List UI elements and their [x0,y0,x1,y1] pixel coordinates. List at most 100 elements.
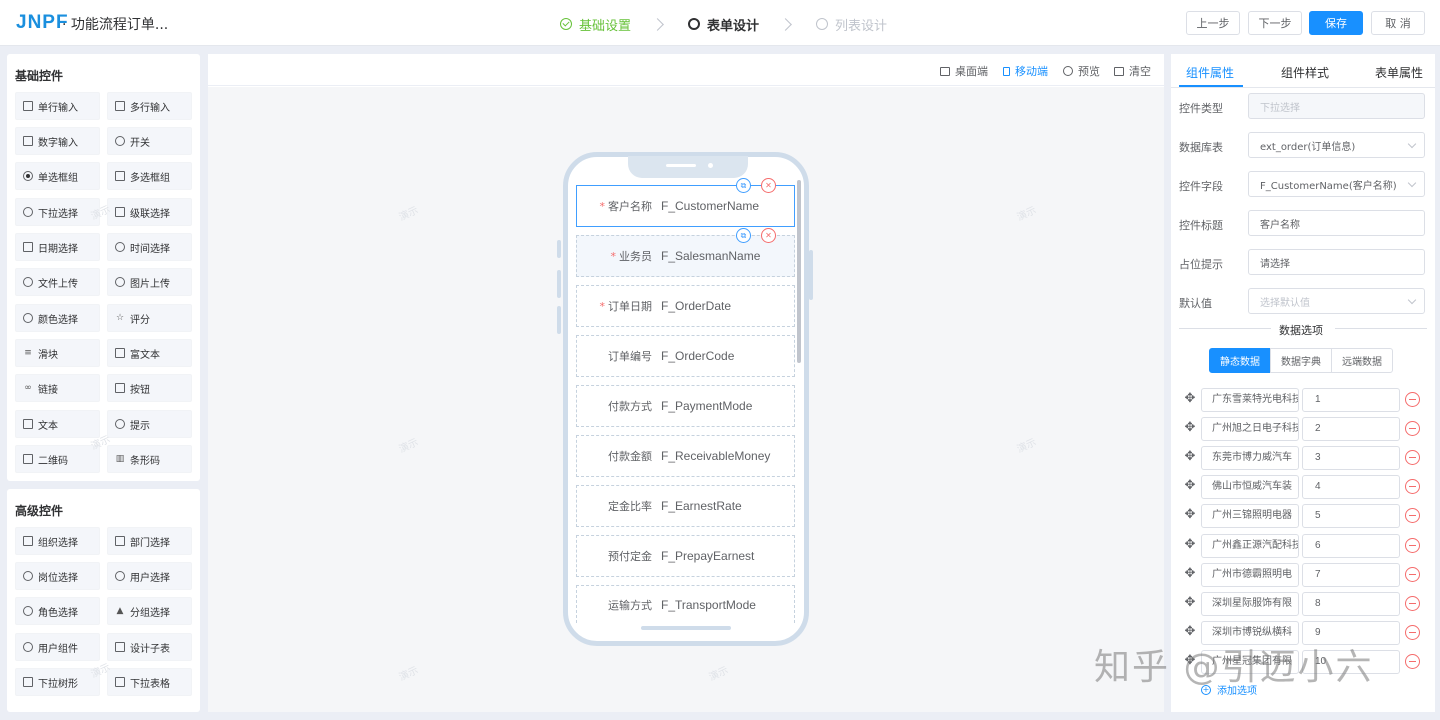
control-rate[interactable]: ☆ 评分 [107,304,192,332]
control-rich-text[interactable]: 富文本 [107,339,192,367]
delete-field-icon[interactable]: ✕ [761,228,776,243]
qrcode-icon [23,454,33,464]
save-button[interactable]: 保存 [1309,11,1363,35]
tab-component-props[interactable]: 组件属性 [1186,64,1234,81]
control-date-picker[interactable]: 日期选择 [15,233,100,261]
option-row: ✥ 广东雪莱特光电科技 1 [1179,388,1429,412]
control-qrcode[interactable]: 二维码 [15,445,100,473]
next-step-button[interactable]: 下一步 [1248,11,1302,35]
move-icon[interactable]: ✥ [1182,449,1198,465]
step-list-design[interactable]: 列表设计 [816,15,887,34]
form-field-prepay-earnest[interactable]: 预付定金 F_PrepayEarnest [576,535,795,577]
cancel-button[interactable]: 取 消 [1371,11,1425,35]
remove-circle-icon[interactable] [1405,538,1420,553]
control-table-select[interactable]: 下拉表格 [107,668,192,696]
step-form-design[interactable]: 表单设计 [688,15,759,34]
form-field-receivable-money[interactable]: 付款金额 F_ReceivableMoney [576,435,795,477]
clear-button[interactable]: 清空 [1114,63,1151,79]
control-radio-group[interactable]: 单选框组 [15,162,100,190]
prop-title-input[interactable]: 客户名称 [1248,210,1425,236]
move-icon[interactable]: ✥ [1182,537,1198,553]
form-field-salesman[interactable]: * 业务员 F_SalesmanName [576,235,795,277]
control-role-select[interactable]: 角色选择 [15,597,100,625]
control-barcode[interactable]: ▥ 条形码 [107,445,192,473]
control-link[interactable]: ∞ 链接 [15,374,100,402]
check-circle-icon [560,18,572,30]
control-image-upload[interactable]: 图片上传 [107,268,192,296]
copy-field-icon[interactable]: ⧉ [736,178,751,193]
move-icon[interactable]: ✥ [1182,478,1198,494]
control-file-upload[interactable]: 文件上传 [15,268,100,296]
desktop-view-button[interactable]: 桌面端 [940,63,988,79]
control-tree-select[interactable]: 下拉树形 [15,668,100,696]
user-icon [23,642,33,652]
remove-circle-icon[interactable] [1405,625,1420,640]
move-icon[interactable]: ✥ [1182,595,1198,611]
remove-circle-icon[interactable] [1405,392,1420,407]
preview-button[interactable]: 预览 [1063,63,1100,79]
control-position-select[interactable]: 岗位选择 [15,562,100,590]
remove-circle-icon[interactable] [1405,450,1420,465]
remove-circle-icon[interactable] [1405,567,1420,582]
mobile-view-button[interactable]: 移动端 [1003,63,1048,79]
control-text[interactable]: 文本 [15,410,100,438]
control-checkbox-group[interactable]: 多选框组 [107,162,192,190]
control-time-picker[interactable]: 时间选择 [107,233,192,261]
remove-circle-icon[interactable] [1405,421,1420,436]
control-color-picker[interactable]: 颜色选择 [15,304,100,332]
clock-icon [115,242,125,252]
control-group-select[interactable]: ▲ 分组选择 [107,597,192,625]
control-slider[interactable]: ≡ 滑块 [15,339,100,367]
watermark: 演示 [1015,437,1039,456]
watermark: 演示 [397,205,421,224]
checkbox-icon [115,171,125,181]
tab-component-style[interactable]: 组件样式 [1281,64,1329,81]
control-switch[interactable]: 开关 [107,127,192,155]
segment-remote-data[interactable]: 远端数据 [1331,348,1393,373]
copy-field-icon[interactable]: ⧉ [736,228,751,243]
form-field-order-code[interactable]: 订单编号 F_OrderCode [576,335,795,377]
remove-circle-icon[interactable] [1405,508,1420,523]
prop-label-title: 控件标题 [1179,219,1223,232]
control-alert[interactable]: 提示 [107,410,192,438]
control-multi-line-input[interactable]: 多行输入 [107,92,192,120]
step-basic-settings[interactable]: 基础设置 [560,15,631,34]
control-org-select[interactable]: 组织选择 [15,527,100,555]
control-select[interactable]: 下拉选择 [15,198,100,226]
control-single-line-input[interactable]: 单行输入 [15,92,100,120]
move-icon[interactable]: ✥ [1182,566,1198,582]
control-number-input[interactable]: 数字输入 [15,127,100,155]
control-sub-table[interactable]: 设计子表 [107,633,192,661]
form-field-transport-mode[interactable]: 运输方式 F_TransportMode [576,585,795,623]
tab-form-props[interactable]: 表单属性 [1375,64,1423,81]
prop-type-input: 下拉选择 [1248,93,1425,119]
control-cascader[interactable]: 级联选择 [107,198,192,226]
control-user-component[interactable]: 用户组件 [15,633,100,661]
remove-circle-icon[interactable] [1405,596,1420,611]
control-user-select[interactable]: 用户选择 [107,562,192,590]
advanced-controls-title: 高级控件 [15,504,64,518]
segment-static-data[interactable]: 静态数据 [1209,348,1271,373]
delete-field-icon[interactable]: ✕ [761,178,776,193]
move-icon[interactable]: ✥ [1182,391,1198,407]
form-field-earnest-rate[interactable]: 定金比率 F_EarnestRate [576,485,795,527]
remove-circle-icon[interactable] [1405,654,1420,669]
dept-icon [115,536,125,546]
phone-scrollbar[interactable] [797,180,801,363]
control-button[interactable]: 按钮 [107,374,192,402]
prop-default-select[interactable]: 选择默认值 [1248,288,1425,314]
prop-field-select[interactable]: F_CustomerName(客户名称) [1248,171,1425,197]
form-field-payment-mode[interactable]: 付款方式 F_PaymentMode [576,385,795,427]
form-field-order-date[interactable]: * 订单日期 F_OrderDate [576,285,795,327]
segment-dictionary[interactable]: 数据字典 [1270,348,1332,373]
control-dept-select[interactable]: 部门选择 [107,527,192,555]
form-field-customer-name[interactable]: * 客户名称 F_CustomerName [576,185,795,227]
prop-table-select[interactable]: ext_order(订单信息) [1248,132,1425,158]
prop-placeholder-input[interactable]: 请选择 [1248,249,1425,275]
remove-circle-icon[interactable] [1405,479,1420,494]
image-upload-icon [115,277,125,287]
move-icon[interactable]: ✥ [1182,420,1198,436]
prev-step-button[interactable]: 上一步 [1186,11,1240,35]
option-row: ✥ 广州市德霸照明电 7 [1179,563,1429,587]
move-icon[interactable]: ✥ [1182,507,1198,523]
